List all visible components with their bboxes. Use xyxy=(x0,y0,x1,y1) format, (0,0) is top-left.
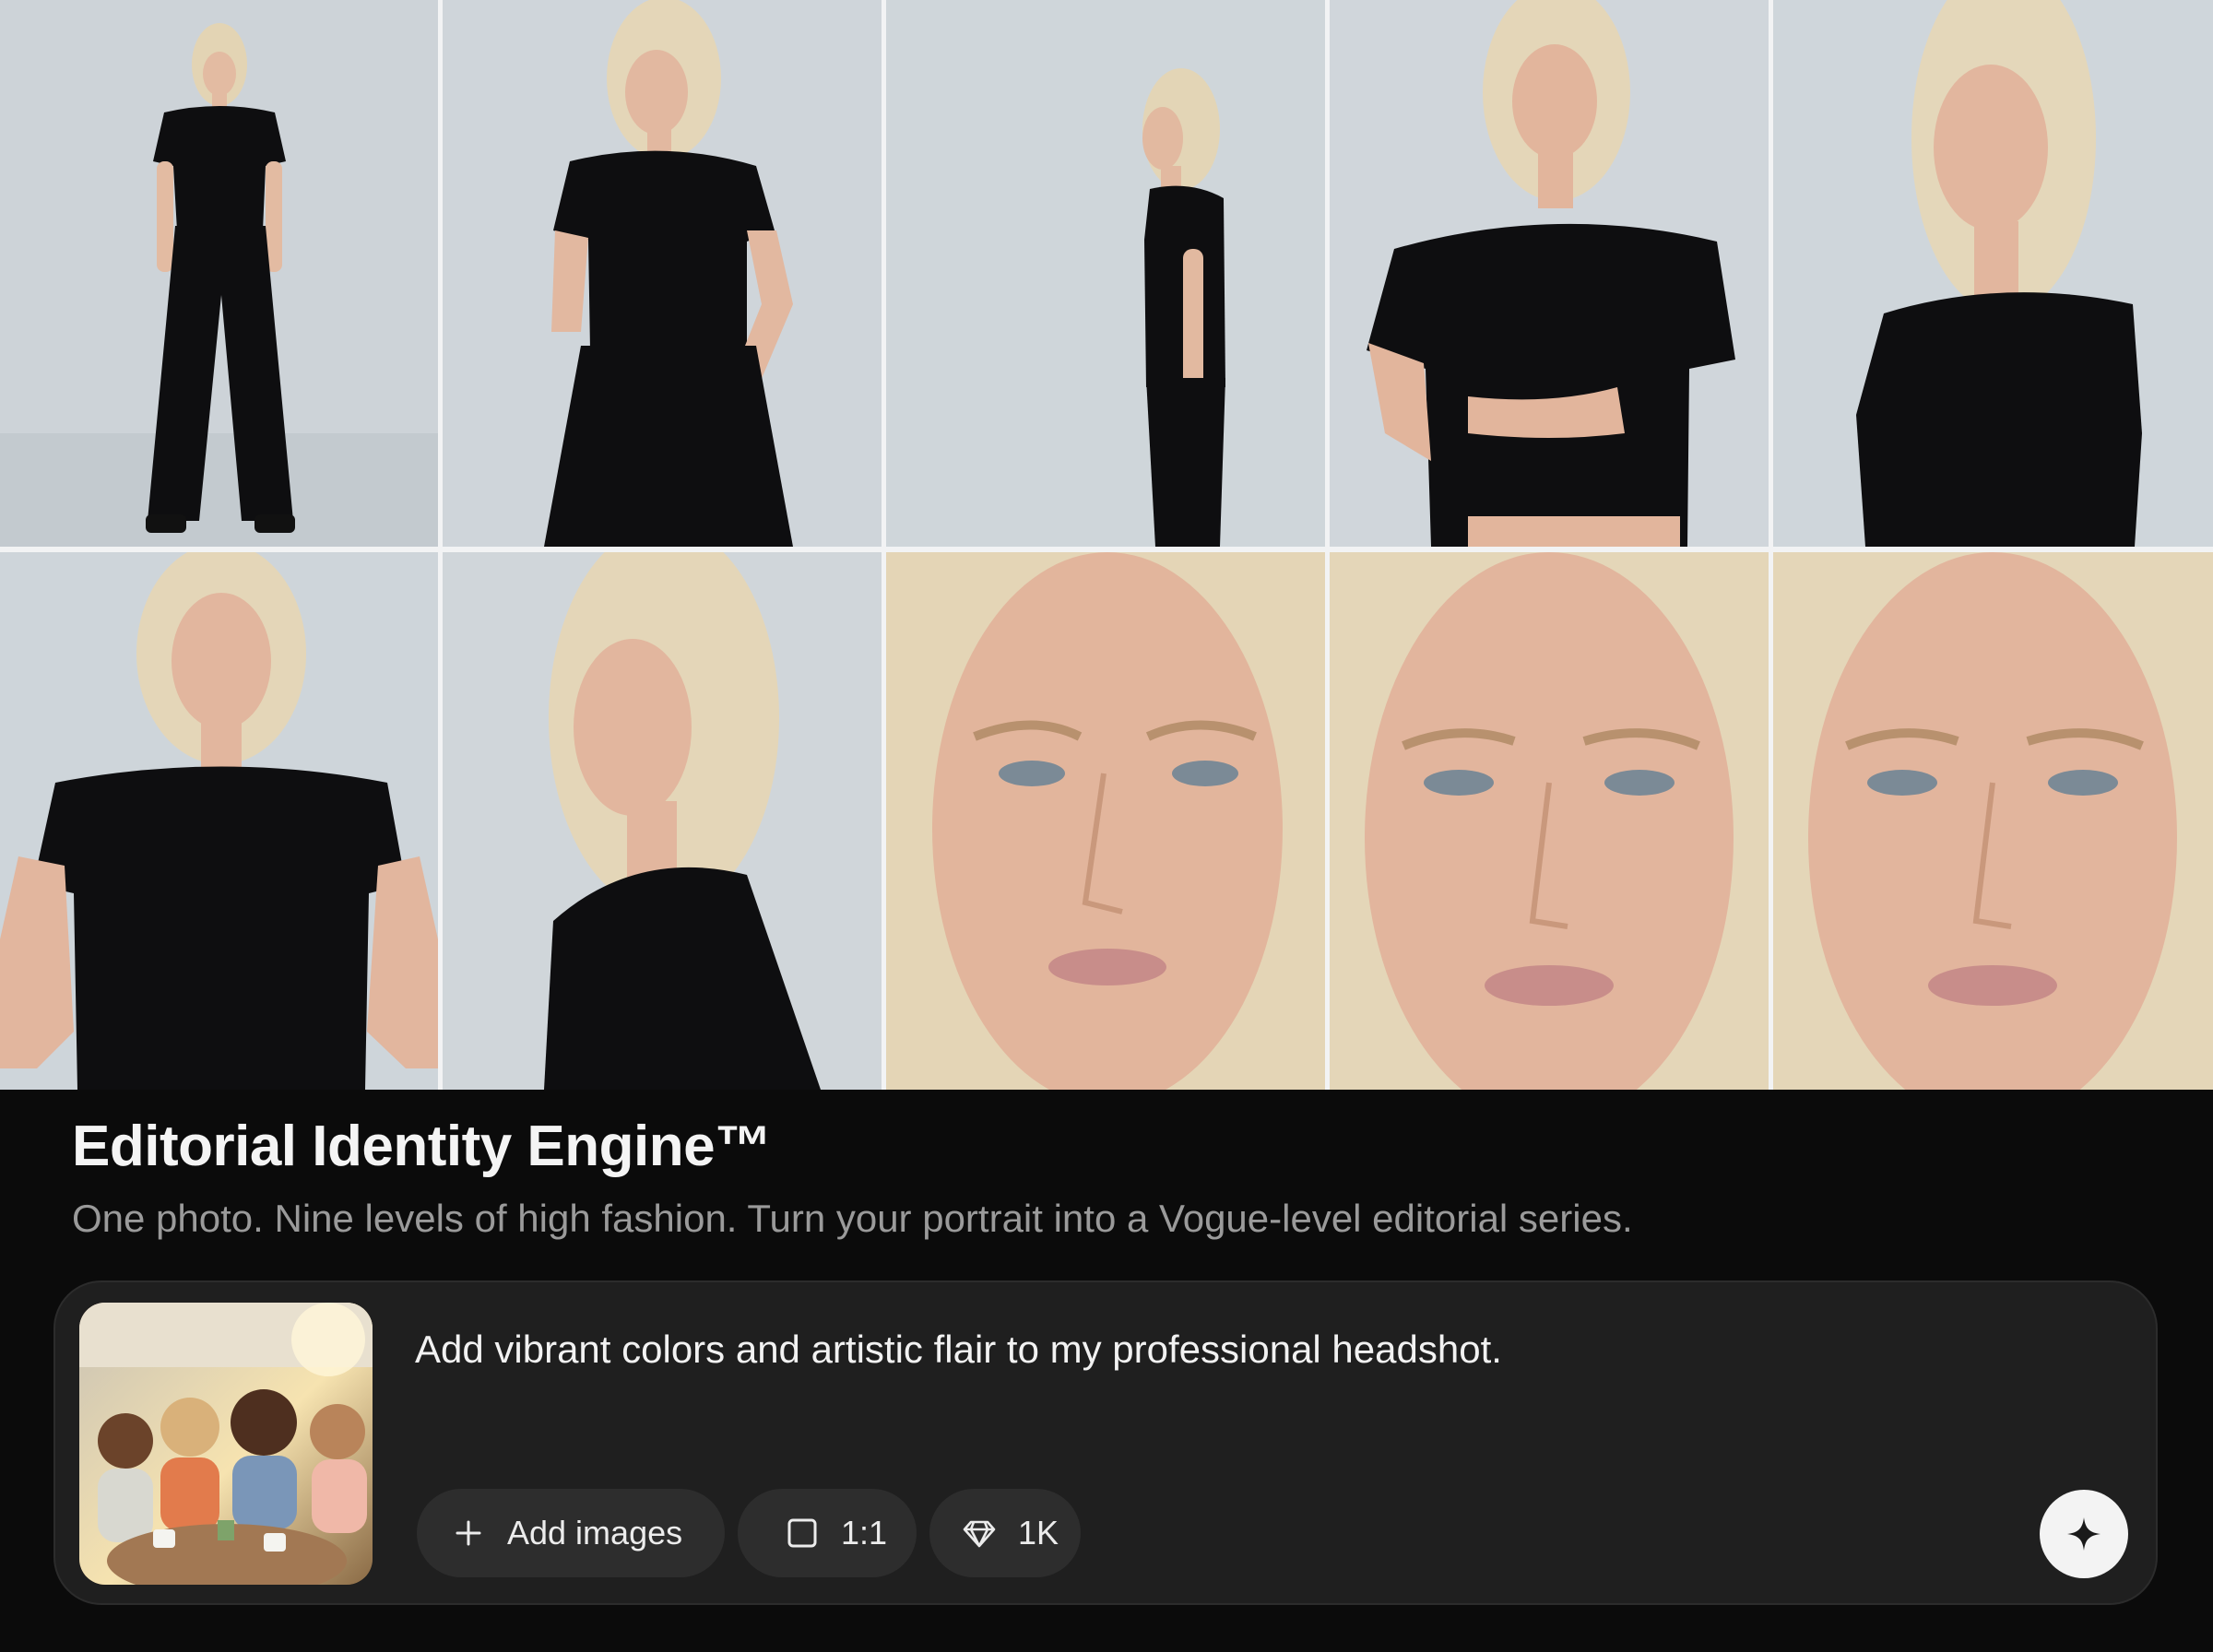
resolution-label: 1K xyxy=(1018,1514,1059,1552)
plus-icon xyxy=(450,1515,487,1552)
add-images-label: Add images xyxy=(507,1514,683,1552)
gallery-photo-full-body-front[interactable] xyxy=(0,0,438,547)
gallery-photo-turned-portrait[interactable] xyxy=(443,552,882,1090)
feature-title: Editorial Identity Engine™ xyxy=(72,1115,772,1178)
aspect-ratio-button[interactable]: 1:1 xyxy=(738,1489,917,1577)
gallery-photo-face-closeup-2[interactable] xyxy=(1330,552,1769,1090)
gallery-photo-face-closeup-3[interactable] xyxy=(1773,552,2213,1090)
feature-subtitle: One photo. Nine levels of high fashion. … xyxy=(72,1197,1633,1240)
gallery-photo-hands-on-hips[interactable] xyxy=(0,552,438,1090)
photo-gallery xyxy=(0,0,2213,1090)
gallery-photo-three-quarter-pose[interactable] xyxy=(443,0,882,547)
generate-button[interactable] xyxy=(2040,1490,2128,1578)
gallery-photo-shoulder-profile[interactable] xyxy=(1773,0,2213,547)
gallery-photo-side-profile[interactable] xyxy=(886,0,1325,547)
aspect-ratio-label: 1:1 xyxy=(841,1514,888,1552)
resolution-button[interactable]: 1K xyxy=(929,1489,1081,1577)
add-images-button[interactable]: Add images xyxy=(417,1489,725,1577)
gallery-photo-face-closeup-1[interactable] xyxy=(886,552,1325,1090)
square-icon xyxy=(784,1515,821,1552)
reference-image-thumbnail[interactable] xyxy=(79,1303,373,1585)
diamond-icon xyxy=(961,1515,998,1552)
gallery-photo-waist-up[interactable] xyxy=(1330,0,1769,547)
prompt-text[interactable]: Add vibrant colors and artistic flair to… xyxy=(415,1328,1502,1372)
sparkle-icon xyxy=(2064,1514,2104,1554)
